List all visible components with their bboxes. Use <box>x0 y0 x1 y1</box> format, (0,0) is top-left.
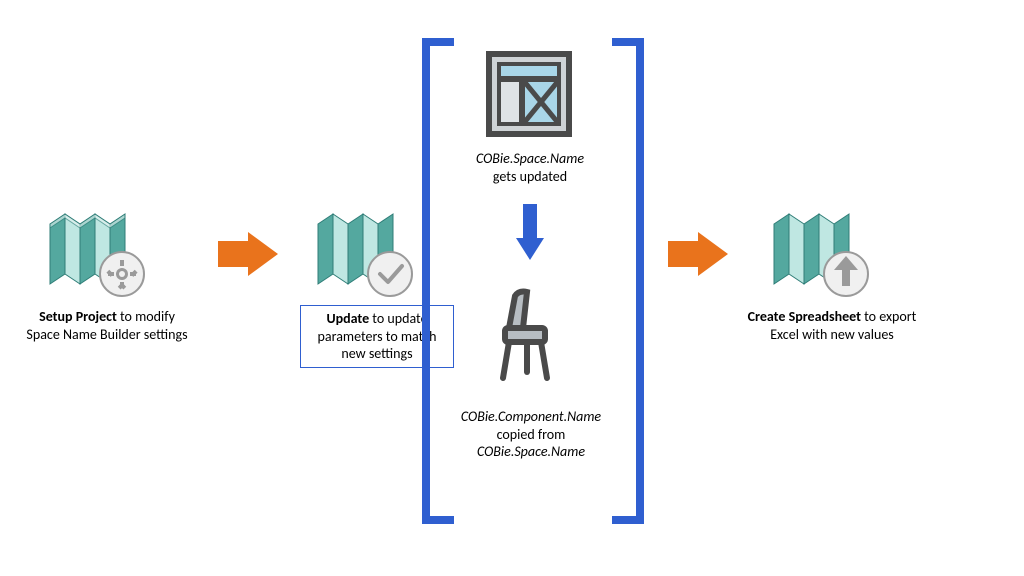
arrow-right-icon <box>668 232 728 276</box>
workflow-diagram: Setup Project to modify Space Name Build… <box>0 0 1024 576</box>
create-spreadsheet-icon <box>764 202 874 302</box>
space-name-line1: COBie.Space.Name <box>476 150 584 167</box>
floorplan-space-icon <box>485 50 573 142</box>
space-name-line2: gets updated <box>493 168 567 185</box>
update-icon <box>308 202 418 302</box>
create-spreadsheet-title: Create Spreadsheet <box>748 308 861 325</box>
space-name-caption: COBie.Space.Name gets updated <box>450 150 610 185</box>
arrow-down-icon <box>516 204 544 260</box>
update-title: Update <box>326 310 369 327</box>
chair-component-icon <box>493 288 565 390</box>
setup-project-icon <box>40 202 150 302</box>
setup-project-caption: Setup Project to modify Space Name Build… <box>22 308 192 343</box>
component-line3: COBie.Space.Name <box>477 443 585 460</box>
component-name-caption: COBie.Component.Name copied from COBie.S… <box>438 408 624 461</box>
create-spreadsheet-caption: Create Spreadsheet to export Excel with … <box>742 308 922 343</box>
component-line1: COBie.Component.Name <box>461 408 601 425</box>
setup-project-title: Setup Project <box>39 308 117 325</box>
component-line2: copied from <box>497 426 566 443</box>
arrow-right-icon <box>218 232 278 276</box>
